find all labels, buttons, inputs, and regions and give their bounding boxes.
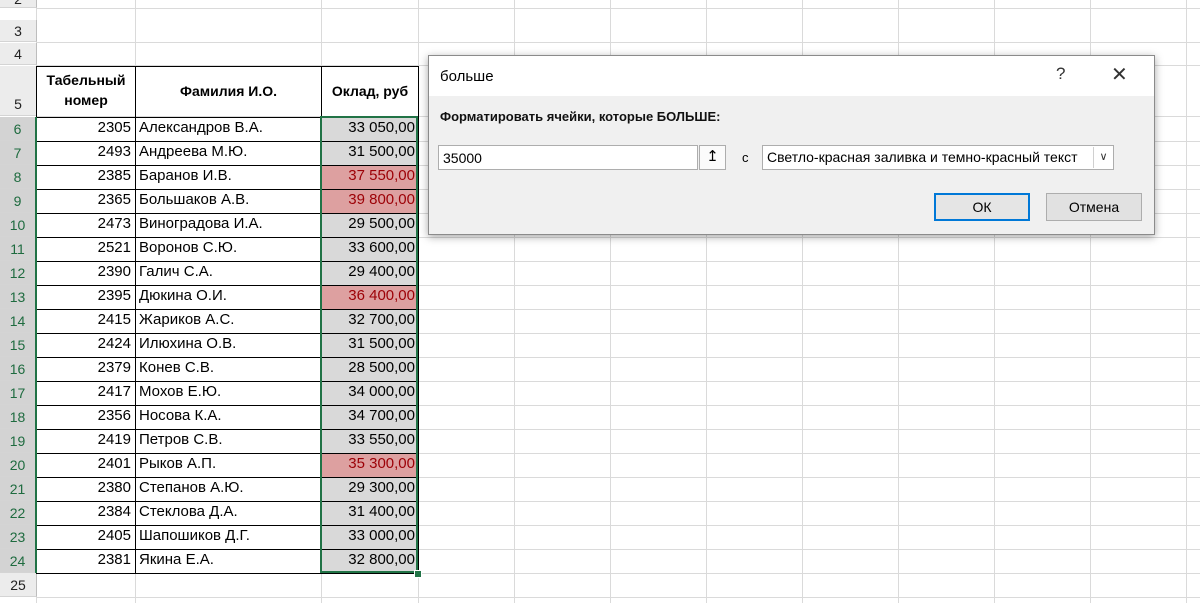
tab-number-cell[interactable]: 2305 bbox=[37, 117, 134, 141]
name-cell[interactable]: Конев С.В. bbox=[137, 357, 320, 381]
row-header[interactable]: 25 bbox=[0, 573, 37, 597]
name-cell[interactable]: Александров В.А. bbox=[137, 117, 320, 141]
name-cell[interactable]: Виноградова И.А. bbox=[137, 213, 320, 237]
row-header[interactable]: 22 bbox=[0, 501, 37, 525]
table-border-vertical bbox=[135, 66, 136, 573]
name-cell[interactable]: Мохов Е.Ю. bbox=[137, 381, 320, 405]
row-header-selection-bar bbox=[35, 117, 37, 573]
row-header[interactable]: 3 bbox=[0, 20, 37, 42]
row-header[interactable]: 20 bbox=[0, 453, 37, 477]
tab-number-cell[interactable]: 2401 bbox=[37, 453, 134, 477]
table-border-top bbox=[36, 66, 419, 67]
row-header[interactable]: 7 bbox=[0, 141, 37, 165]
chevron-down-icon[interactable]: ∨ bbox=[1093, 147, 1113, 168]
tab-number-cell[interactable]: 2380 bbox=[37, 477, 134, 501]
name-cell[interactable]: Воронов С.Ю. bbox=[137, 237, 320, 261]
format-select-value: Светло-красная заливка и темно-красный т… bbox=[767, 149, 1078, 165]
row-gridline bbox=[36, 597, 1200, 598]
tab-number-cell[interactable]: 2415 bbox=[37, 309, 134, 333]
row-header[interactable]: 8 bbox=[0, 165, 37, 189]
row-header[interactable]: 9 bbox=[0, 189, 37, 213]
row-header[interactable]: 10 bbox=[0, 213, 37, 237]
row-header[interactable]: 16 bbox=[0, 357, 37, 381]
name-cell[interactable]: Степанов А.Ю. bbox=[137, 477, 320, 501]
row-header[interactable]: 18 bbox=[0, 405, 37, 429]
help-button[interactable]: ? bbox=[1056, 64, 1065, 84]
tab-number-cell[interactable]: 2385 bbox=[37, 165, 134, 189]
name-cell[interactable]: Якина Е.А. bbox=[137, 549, 320, 573]
row-gridline bbox=[36, 8, 1200, 9]
tab-number-cell[interactable]: 2384 bbox=[37, 501, 134, 525]
dialog-titlebar[interactable]: больше ? ✕ bbox=[429, 56, 1154, 96]
row-header[interactable]: 4 bbox=[0, 43, 37, 65]
name-cell[interactable]: Илюхина О.В. bbox=[137, 333, 320, 357]
screenshot-frame: 2345678910111213141516171819202122232425… bbox=[0, 0, 1200, 603]
row-header[interactable]: 12 bbox=[0, 261, 37, 285]
row-header[interactable]: 5 bbox=[0, 66, 37, 116]
collapse-range-icon[interactable]: ↥ bbox=[699, 145, 726, 170]
tab-number-cell[interactable]: 2365 bbox=[37, 189, 134, 213]
tab-number-cell[interactable]: 2395 bbox=[37, 285, 134, 309]
name-cell[interactable]: Дюкина О.И. bbox=[137, 285, 320, 309]
row-header[interactable]: 21 bbox=[0, 477, 37, 501]
row-header[interactable]: 24 bbox=[0, 549, 37, 573]
name-cell[interactable]: Шапошиков Д.Г. bbox=[137, 525, 320, 549]
ok-button[interactable]: ОК bbox=[934, 193, 1030, 221]
name-cell[interactable]: Носова К.А. bbox=[137, 405, 320, 429]
conditional-format-dialog: больше ? ✕ Форматировать ячейки, которые… bbox=[428, 55, 1155, 235]
threshold-input[interactable] bbox=[438, 145, 698, 170]
tab-number-cell[interactable]: 2405 bbox=[37, 525, 134, 549]
row-header[interactable]: 6 bbox=[0, 117, 37, 141]
column-header-tab-number: Табельный номер bbox=[46, 72, 126, 108]
tab-number-cell[interactable]: 2390 bbox=[37, 261, 134, 285]
row-header[interactable]: 13 bbox=[0, 285, 37, 309]
name-cell[interactable]: Жариков А.С. bbox=[137, 309, 320, 333]
tab-number-cell[interactable]: 2493 bbox=[37, 141, 134, 165]
with-label: с bbox=[742, 150, 749, 165]
tab-number-cell[interactable]: 2424 bbox=[37, 333, 134, 357]
dialog-title: больше bbox=[440, 68, 494, 85]
tab-number-cell[interactable]: 2419 bbox=[37, 429, 134, 453]
tab-number-cell[interactable]: 2381 bbox=[37, 549, 134, 573]
row-header[interactable]: 2 bbox=[0, 0, 37, 8]
fill-handle[interactable] bbox=[414, 570, 422, 578]
row-header[interactable]: 23 bbox=[0, 525, 37, 549]
tab-number-cell[interactable]: 2356 bbox=[37, 405, 134, 429]
close-icon[interactable]: ✕ bbox=[1111, 62, 1128, 87]
row-header[interactable]: 15 bbox=[0, 333, 37, 357]
format-select[interactable]: Светло-красная заливка и темно-красный т… bbox=[762, 145, 1114, 170]
name-cell[interactable]: Стеклова Д.А. bbox=[137, 501, 320, 525]
name-cell[interactable]: Петров С.В. bbox=[137, 429, 320, 453]
cancel-button[interactable]: Отмена bbox=[1046, 193, 1142, 221]
table-border-vertical bbox=[418, 66, 419, 573]
selection-border bbox=[320, 116, 418, 573]
tab-number-cell[interactable]: 2379 bbox=[37, 357, 134, 381]
table-border-horizontal bbox=[36, 573, 419, 574]
column-gridline bbox=[1186, 0, 1187, 603]
column-header-salary: Оклад, руб bbox=[331, 83, 409, 99]
tab-number-cell[interactable]: 2521 bbox=[37, 237, 134, 261]
name-cell[interactable]: Баранов И.В. bbox=[137, 165, 320, 189]
dialog-body: Форматировать ячейки, которые БОЛЬШЕ: ↥ … bbox=[429, 96, 1154, 234]
name-cell[interactable]: Рыков А.П. bbox=[137, 453, 320, 477]
tab-number-cell[interactable]: 2417 bbox=[37, 381, 134, 405]
tab-number-cell[interactable]: 2473 bbox=[37, 213, 134, 237]
dialog-label: Форматировать ячейки, которые БОЛЬШЕ: bbox=[440, 109, 721, 124]
name-cell[interactable]: Большаков А.В. bbox=[137, 189, 320, 213]
name-cell[interactable]: Андреева М.Ю. bbox=[137, 141, 320, 165]
name-cell[interactable]: Галич С.А. bbox=[137, 261, 320, 285]
row-header[interactable]: 11 bbox=[0, 237, 37, 261]
row-header[interactable]: 14 bbox=[0, 309, 37, 333]
row-header[interactable]: 17 bbox=[0, 381, 37, 405]
row-header[interactable]: 19 bbox=[0, 429, 37, 453]
row-gridline bbox=[36, 42, 1200, 43]
column-header-name: Фамилия И.О. bbox=[180, 83, 277, 99]
